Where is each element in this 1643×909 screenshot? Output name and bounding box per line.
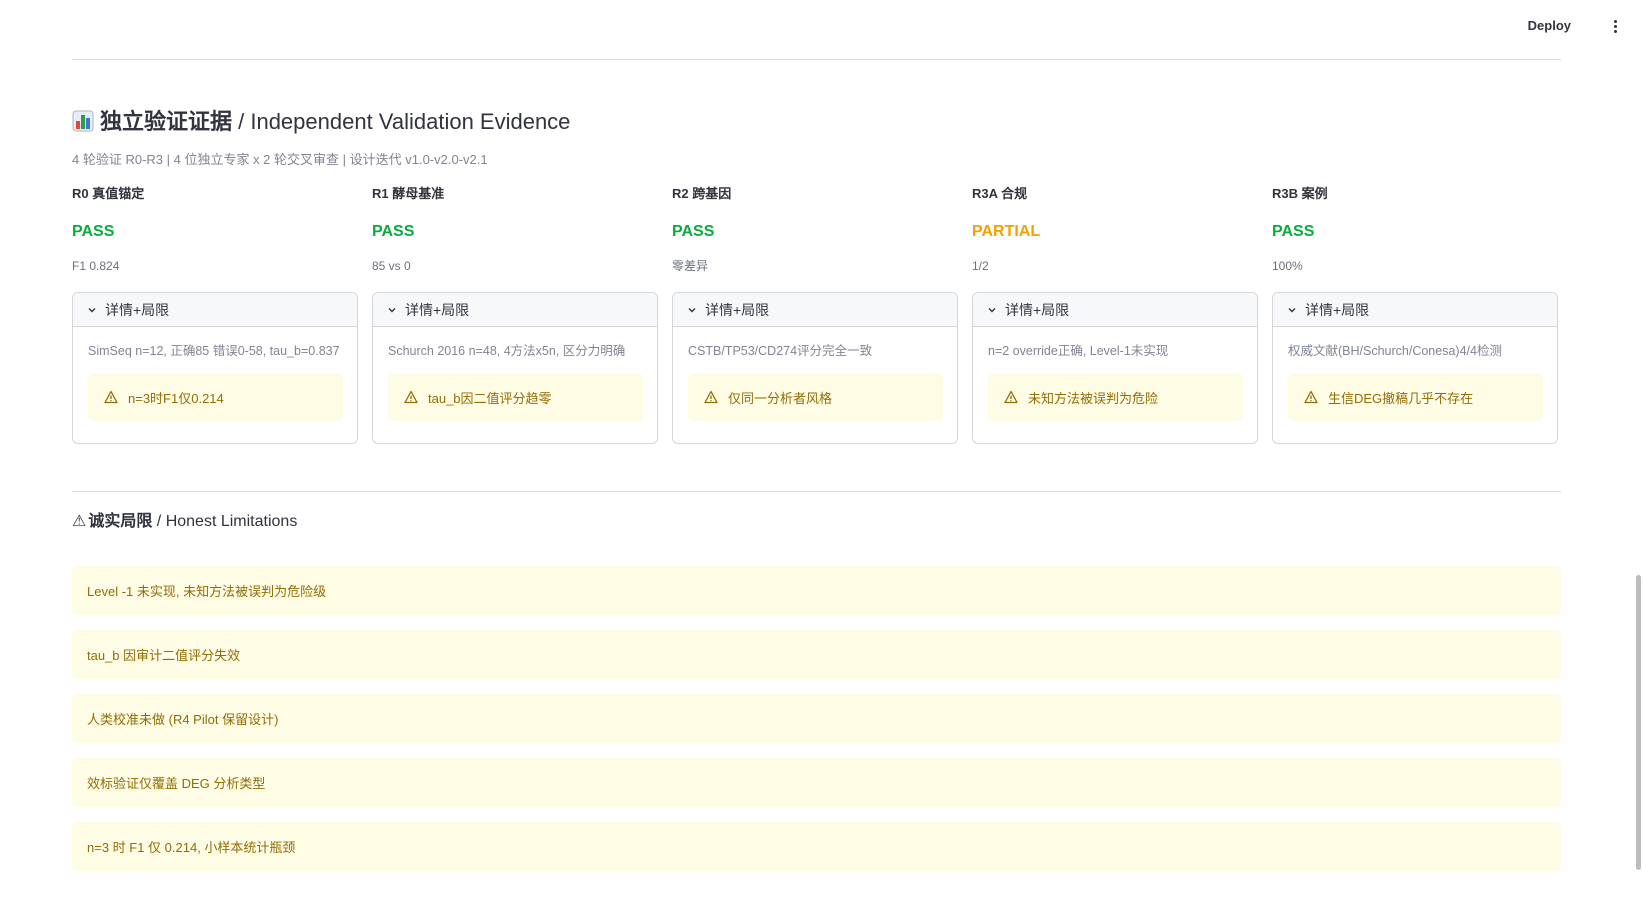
metric-label: R2 跨基因 bbox=[672, 186, 732, 201]
chevron-down-icon bbox=[388, 307, 396, 312]
metric-delta: 100% bbox=[1272, 259, 1303, 273]
expander-label: 详情+局限 bbox=[105, 301, 170, 318]
detail-text: SimSeq n=12, 正确85 错误0-58, tau_b=0.837 bbox=[88, 344, 340, 358]
metric-delta: 零差异 bbox=[672, 259, 709, 273]
limitation-text: n=3 时 F1 仅 0.214, 小样本统计瓶颈 bbox=[87, 840, 296, 855]
chevron-down-icon bbox=[1288, 307, 1296, 312]
warning-icon bbox=[1004, 390, 1018, 404]
limitation-text: 效标验证仅覆盖 DEG 分析类型 bbox=[87, 776, 266, 791]
warning-icon bbox=[104, 390, 118, 404]
warning-alert: tau_b因二值评分趋零 bbox=[388, 373, 643, 421]
expander-body: SimSeq n=12, 正确85 错误0-58, tau_b=0.837 n=… bbox=[73, 327, 357, 421]
metric-label: R3A 合规 bbox=[972, 186, 1028, 201]
expander-label: 详情+局限 bbox=[1005, 301, 1070, 318]
chevron-down-icon bbox=[88, 307, 96, 312]
expander-header[interactable]: 详情+局限 bbox=[973, 293, 1257, 327]
warning-alert: 未知方法被误判为危险 bbox=[988, 373, 1243, 421]
metric-status: PASS bbox=[1272, 223, 1315, 240]
metric-label: R0 真值锚定 bbox=[72, 186, 145, 201]
top-toolbar: Deploy bbox=[0, 0, 1643, 54]
detail-text: n=2 override正确, Level-1未实现 bbox=[988, 344, 1169, 358]
metric-status: PARTIAL bbox=[972, 223, 1041, 240]
expander-label: 详情+局限 bbox=[405, 301, 470, 318]
limitations-title-en: / Honest Limitations bbox=[152, 513, 298, 530]
warning-alert: 生信DEG撤稿几乎不存在 bbox=[1288, 373, 1543, 421]
limitations-section-title: ⚠ 诚实局限 / Honest Limitations bbox=[72, 507, 297, 531]
detail-text: 权威文献(BH/Schurch/Conesa)4/4检测 bbox=[1288, 344, 1502, 358]
limitations-title-zh: 诚实局限 bbox=[88, 513, 153, 530]
warning-icon: ⚠ bbox=[72, 513, 87, 530]
warning-text: 未知方法被误判为危险 bbox=[1028, 390, 1159, 406]
round-column: R3A 合规 PARTIAL 1/2 详情+局限 n=2 override正确,… bbox=[972, 184, 1258, 444]
warning-icon bbox=[1304, 390, 1318, 404]
limitation-item: Level -1 未实现, 未知方法被误判为危险级 bbox=[72, 566, 1561, 615]
details-expander: 详情+局限 SimSeq n=12, 正确85 错误0-58, tau_b=0.… bbox=[72, 292, 358, 444]
expander-body: n=2 override正确, Level-1未实现 未知方法被误判为危险 bbox=[973, 327, 1257, 421]
expander-body: Schurch 2016 n=48, 4方法x5n, 区分力明确 tau_b因二… bbox=[373, 327, 657, 421]
round-column: R1 酵母基准 PASS 85 vs 0 详情+局限 Schurch 2016 … bbox=[372, 184, 658, 444]
validation-section-title: 独立验证证据 / Independent Validation Evidence bbox=[72, 104, 570, 136]
scrollbar-thumb[interactable] bbox=[1636, 575, 1641, 870]
round-column: R0 真值锚定 PASS F1 0.824 详情+局限 SimSeq n=12,… bbox=[72, 184, 358, 444]
expander-header[interactable]: 详情+局限 bbox=[73, 293, 357, 327]
metric-delta: F1 0.824 bbox=[72, 259, 120, 273]
limitation-item: 效标验证仅覆盖 DEG 分析类型 bbox=[72, 758, 1561, 807]
details-expander: 详情+局限 n=2 override正确, Level-1未实现 未知方法被误判… bbox=[972, 292, 1258, 444]
details-expander: 详情+局限 权威文献(BH/Schurch/Conesa)4/4检测 生信DEG… bbox=[1272, 292, 1558, 444]
limitation-text: tau_b 因审计二值评分失效 bbox=[87, 648, 241, 663]
metric-status: PASS bbox=[372, 223, 415, 240]
round-column: R2 跨基因 PASS 零差异 详情+局限 CSTB/TP53/CD274评分完… bbox=[672, 184, 958, 444]
metric-label: R3B 案例 bbox=[1272, 186, 1328, 201]
chevron-down-icon bbox=[688, 307, 696, 312]
detail-text: Schurch 2016 n=48, 4方法x5n, 区分力明确 bbox=[388, 344, 626, 358]
warning-alert: n=3时F1仅0.214 bbox=[88, 373, 343, 421]
metric-delta: 1/2 bbox=[972, 259, 989, 273]
expander-header[interactable]: 详情+局限 bbox=[1273, 293, 1557, 327]
metric-status: PASS bbox=[72, 223, 115, 240]
expander-label: 详情+局限 bbox=[1305, 301, 1370, 318]
details-expander: 详情+局限 CSTB/TP53/CD274评分完全一致 仅同一分析者风格 bbox=[672, 292, 958, 444]
limitation-item: n=3 时 F1 仅 0.214, 小样本统计瓶颈 bbox=[72, 822, 1561, 871]
chevron-down-icon bbox=[988, 307, 996, 312]
deploy-button[interactable]: Deploy bbox=[1528, 18, 1571, 33]
expander-header[interactable]: 详情+局限 bbox=[373, 293, 657, 327]
expander-body: 权威文献(BH/Schurch/Conesa)4/4检测 生信DEG撤稿几乎不存… bbox=[1273, 327, 1557, 421]
warning-text: 仅同一分析者风格 bbox=[728, 390, 833, 406]
validation-title-zh: 独立验证证据 bbox=[100, 109, 233, 134]
kebab-menu-icon[interactable] bbox=[1609, 16, 1621, 36]
expander-label: 详情+局限 bbox=[705, 301, 770, 318]
validation-caption: 4 轮验证 R0-R3 | 4 位独立专家 x 2 轮交叉审查 | 设计迭代 v… bbox=[72, 152, 488, 167]
validation-rounds: R0 真值锚定 PASS F1 0.824 详情+局限 SimSeq n=12,… bbox=[72, 184, 1561, 449]
bar-chart-icon bbox=[72, 110, 94, 132]
warning-text: tau_b因二值评分趋零 bbox=[428, 390, 552, 406]
warning-icon bbox=[704, 390, 718, 404]
metric-delta: 85 vs 0 bbox=[372, 259, 411, 273]
metric-status: PASS bbox=[672, 223, 715, 240]
detail-text: CSTB/TP53/CD274评分完全一致 bbox=[688, 344, 873, 358]
warning-text: 生信DEG撤稿几乎不存在 bbox=[1328, 390, 1474, 406]
warning-text: n=3时F1仅0.214 bbox=[128, 390, 224, 406]
limitation-item: 人类校准未做 (R4 Pilot 保留设计) bbox=[72, 694, 1561, 743]
round-column: R3B 案例 PASS 100% 详情+局限 权威文献(BH/Schurch/C… bbox=[1272, 184, 1558, 444]
expander-header[interactable]: 详情+局限 bbox=[673, 293, 957, 327]
limitation-text: Level -1 未实现, 未知方法被误判为危险级 bbox=[87, 584, 327, 599]
metric-label: R1 酵母基准 bbox=[372, 186, 445, 201]
warning-icon bbox=[404, 390, 418, 404]
limitation-text: 人类校准未做 (R4 Pilot 保留设计) bbox=[87, 712, 279, 727]
limitation-item: tau_b 因审计二值评分失效 bbox=[72, 630, 1561, 679]
validation-title-en: / Independent Validation Evidence bbox=[232, 109, 571, 134]
warning-alert: 仅同一分析者风格 bbox=[688, 373, 943, 421]
divider bbox=[72, 491, 1561, 492]
details-expander: 详情+局限 Schurch 2016 n=48, 4方法x5n, 区分力明确 t… bbox=[372, 292, 658, 444]
expander-body: CSTB/TP53/CD274评分完全一致 仅同一分析者风格 bbox=[673, 327, 957, 421]
divider bbox=[72, 59, 1561, 60]
